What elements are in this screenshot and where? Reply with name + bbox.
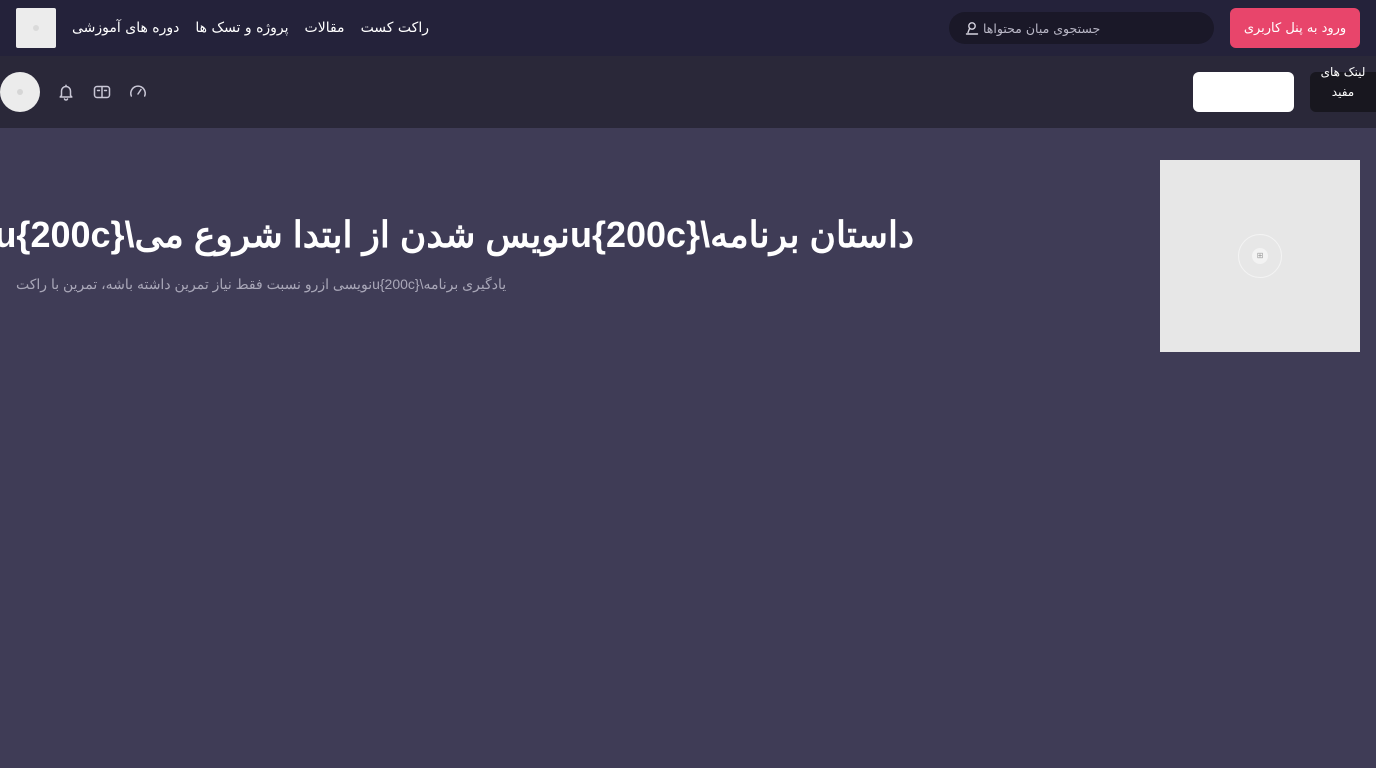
profile-button[interactable] [1193, 72, 1294, 112]
hero-image: ⊞ [1160, 160, 1360, 352]
search-placeholder: جستجوی میان محتواها [983, 20, 1101, 36]
hero-subtitle: یادگیری برنامه\u{200c}نویسی ازرو نسبت فق… [16, 276, 507, 292]
hero-title: داستان برنامه\u{200c}نویس شدن از ابتدا ش… [0, 214, 914, 255]
speedometer-icon[interactable] [128, 82, 148, 102]
search-input[interactable]: جستجوی میان محتواها [949, 12, 1214, 44]
site-logo[interactable] [16, 8, 56, 48]
book-icon[interactable] [92, 82, 112, 102]
login-button[interactable]: ورود به پنل کاربری [1230, 8, 1360, 48]
nav-projects[interactable]: پروژه و تسک ها [195, 20, 288, 36]
avatar[interactable] [0, 72, 40, 112]
nav-articles[interactable]: مقالات [305, 20, 345, 36]
image-placeholder-icon: ⊞ [1238, 234, 1282, 278]
nav-courses[interactable]: دوره های آموزشی [72, 20, 179, 36]
user-toolbar: لینک های مفید [0, 56, 1376, 128]
search-icon [965, 20, 979, 36]
nav-rocketcast[interactable]: راکت کست [361, 20, 429, 36]
bell-icon[interactable] [56, 82, 76, 102]
useful-links-label: لینک های مفید [1320, 65, 1366, 99]
useful-links-button[interactable]: لینک های مفید [1310, 65, 1376, 112]
top-navbar: دوره های آموزشی پروژه و تسک ها مقالات را… [0, 0, 1376, 56]
main-nav: دوره های آموزشی پروژه و تسک ها مقالات را… [72, 0, 429, 56]
